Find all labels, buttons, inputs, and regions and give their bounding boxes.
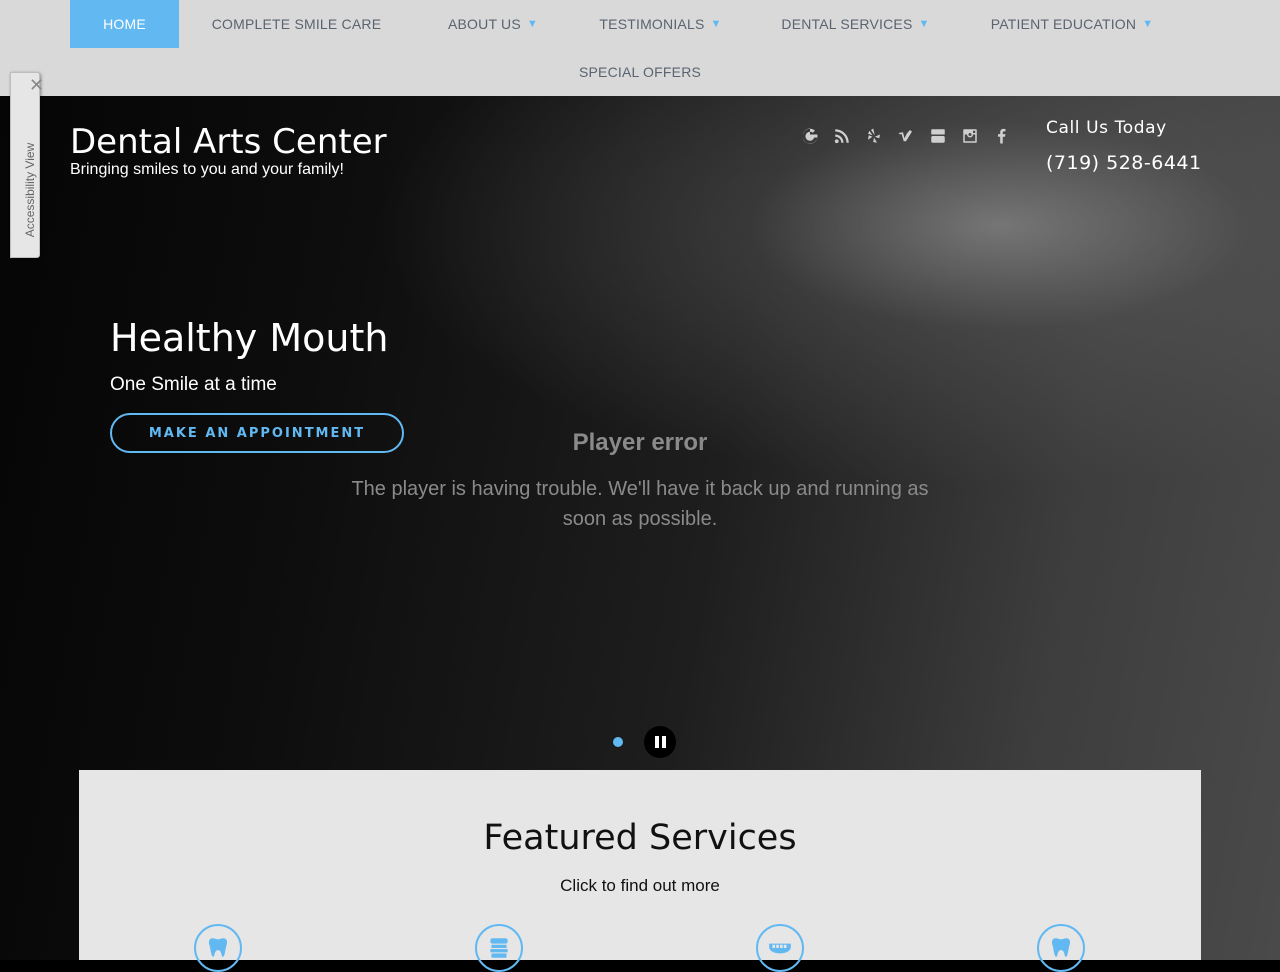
nav-row-primary: HOME COMPLETE SMILE CARE ABOUT US ▼ TEST… — [70, 0, 1182, 48]
facebook-icon[interactable] — [992, 124, 1012, 148]
call-us-label: Call Us Today — [1046, 118, 1167, 138]
social-links — [800, 124, 1012, 148]
tooth-icon[interactable] — [1037, 924, 1085, 972]
nav-item-label: TESTIMONIALS — [599, 16, 705, 32]
nav-item-home[interactable]: HOME — [70, 0, 179, 48]
pause-button[interactable] — [644, 726, 676, 758]
pause-icon-bar — [661, 736, 666, 748]
rss-icon[interactable] — [832, 124, 852, 148]
site-tagline: Bringing smiles to you and your family! — [70, 161, 344, 178]
player-error-title: Player error — [572, 429, 708, 456]
main-navigation: HOME COMPLETE SMILE CARE ABOUT US ▼ TEST… — [0, 0, 1280, 96]
nav-item-complete-smile-care[interactable]: COMPLETE SMILE CARE — [179, 0, 414, 48]
close-icon[interactable]: ✕ — [29, 75, 44, 96]
nav-item-patient-education[interactable]: PATIENT EDUCATION ▼ — [962, 0, 1182, 48]
nav-item-label: ABOUT US — [447, 16, 521, 32]
phone-number-link[interactable]: (719) 528-6441 — [1046, 152, 1202, 174]
site-title[interactable]: Dental Arts Center — [70, 122, 387, 162]
nav-item-about-us[interactable]: ABOUT US ▼ — [414, 0, 572, 48]
slide-indicator-dot[interactable] — [613, 737, 623, 747]
nav-item-label: DENTAL SERVICES — [781, 16, 913, 32]
pause-icon — [654, 736, 659, 748]
instagram-icon[interactable] — [960, 124, 980, 148]
nav-item-dental-services[interactable]: DENTAL SERVICES ▼ — [749, 0, 962, 48]
yelp-icon[interactable] — [864, 124, 884, 148]
slide-subtitle: One Smile at a time — [110, 374, 277, 395]
toothbrush-icon[interactable] — [475, 924, 523, 972]
chevron-down-icon: ▼ — [710, 18, 722, 30]
nav-item-label: HOME — [103, 16, 146, 32]
vimeo-icon[interactable] — [896, 124, 916, 148]
player-error-message: The player is having trouble. We'll have… — [351, 478, 929, 530]
nav-item-testimonials[interactable]: TESTIMONIALS ▼ — [572, 0, 749, 48]
accessibility-view-tab[interactable]: ✕ Accessibility View — [10, 72, 44, 258]
chevron-down-icon: ▼ — [918, 18, 930, 30]
nav-row-secondary: SPECIAL OFFERS — [0, 48, 1280, 96]
nav-item-label: PATIENT EDUCATION — [990, 16, 1137, 32]
featured-services-section: Featured Services Click to find out more — [79, 770, 1201, 972]
featured-services-title: Featured Services — [483, 818, 797, 858]
nav-item-label: SPECIAL OFFERS — [578, 64, 702, 80]
chevron-down-icon: ▼ — [1142, 18, 1154, 30]
youtube-icon[interactable] — [928, 124, 948, 148]
nav-item-special-offers[interactable]: SPECIAL OFFERS — [579, 64, 701, 80]
dentures-icon[interactable] — [756, 924, 804, 972]
featured-services-subtitle: Click to find out more — [560, 876, 720, 895]
slide-title: Healthy Mouth — [110, 316, 389, 360]
nav-item-label: COMPLETE SMILE CARE — [211, 16, 382, 32]
tooth-icon[interactable] — [194, 924, 242, 972]
google-icon[interactable] — [800, 124, 820, 148]
accessibility-view-label: Accessibility View — [23, 142, 37, 238]
chevron-down-icon: ▼ — [526, 18, 538, 30]
